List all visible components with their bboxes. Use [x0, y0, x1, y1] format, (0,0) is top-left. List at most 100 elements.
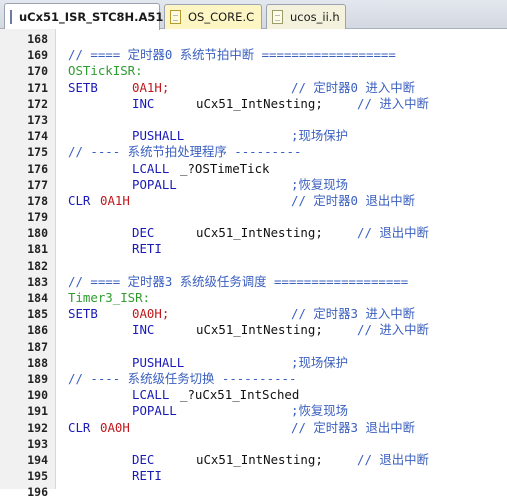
line-number: 175	[27, 145, 48, 160]
code-keyword: CLR	[68, 419, 91, 435]
code-line[interactable]: 187	[0, 339, 507, 355]
code-comment: // 定时器0 进入中断	[291, 79, 416, 95]
code-comment: // 定时器3 进入中断	[291, 306, 416, 322]
line-number: 168	[27, 32, 48, 46]
line-number: 185	[27, 307, 48, 322]
line-number: 195	[27, 469, 48, 484]
code-comment: // 定时器3 退出中断	[291, 419, 416, 435]
tab-label: uCx51_ISR_STC8H.A51	[19, 10, 164, 24]
code-line[interactable]: 168	[0, 31, 507, 47]
code-comment: // 进入中断	[357, 322, 429, 338]
editor-tab-bar: uCx51_ISR_STC8H.A51 OS_CORE.C ucos_ii.h	[0, 0, 507, 30]
code-comment: // ---- 系统级任务切换 ----------	[68, 370, 297, 386]
code-label: OSTickISR:	[68, 63, 143, 79]
line-number: 171	[27, 80, 48, 95]
code-line[interactable]: 193	[0, 436, 507, 452]
code-operand: uCx51_IntNesting;	[196, 322, 323, 338]
code-line[interactable]: 191 POPALL ;恢复现场	[0, 403, 507, 419]
code-line[interactable]: 169 // ==== 定时器0 系统节拍中断 =================…	[0, 47, 507, 63]
code-line[interactable]: 188 PUSHALL ;现场保护	[0, 355, 507, 371]
line-number: 173	[27, 112, 48, 127]
tab-os-core-c[interactable]: OS_CORE.C	[164, 4, 262, 29]
code-line[interactable]: 170 OSTickISR:	[0, 63, 507, 79]
line-number: 179	[27, 210, 48, 225]
line-number: 190	[27, 388, 48, 403]
code-comment: // 退出中断	[357, 451, 429, 467]
code-line[interactable]: 195 RETI	[0, 468, 507, 484]
code-comment: // 退出中断	[357, 225, 429, 241]
code-keyword: PUSHALL	[132, 128, 185, 144]
line-number: 183	[27, 274, 48, 289]
code-line[interactable]: 181 RETI	[0, 241, 507, 257]
code-line[interactable]: 194 DEC uCx51_IntNesting; // 退出中断	[0, 452, 507, 468]
code-keyword: RETI	[132, 241, 162, 257]
code-comment: ;恢复现场	[291, 403, 349, 419]
line-number: 177	[27, 177, 48, 192]
line-number: 191	[27, 404, 48, 419]
code-comment: ;现场保护	[291, 354, 349, 370]
code-label: Timer3_ISR:	[68, 290, 151, 305]
code-comment: ;恢复现场	[291, 176, 349, 192]
code-operand: _?uCx51_IntSched	[180, 387, 300, 403]
line-number: 196	[27, 485, 48, 500]
code-line[interactable]: 175 // ---- 系统节拍处理程序 ---------	[0, 144, 507, 160]
code-operand: uCx51_IntNesting;	[196, 451, 323, 467]
code-keyword: SETB	[68, 306, 98, 322]
code-editor[interactable]: 168 169 // ==== 定时器0 系统节拍中断 ==============…	[0, 31, 507, 500]
line-number: 189	[27, 371, 48, 386]
code-keyword: PUSHALL	[132, 354, 185, 370]
line-number: 188	[27, 355, 48, 370]
tab-ucos-ii-h[interactable]: ucos_ii.h	[266, 4, 346, 29]
tab-uCx51-ISR-STC8H[interactable]: uCx51_ISR_STC8H.A51	[4, 3, 164, 30]
code-line[interactable]: 176 LCALL _?OSTimeTick	[0, 161, 507, 177]
line-number: 192	[27, 420, 48, 435]
code-line[interactable]: 180 DEC uCx51_IntNesting; // 退出中断	[0, 225, 507, 241]
code-comment: // ==== 定时器0 系统节拍中断 ==================	[68, 47, 396, 63]
code-line[interactable]: 177 POPALL ;恢复现场	[0, 177, 507, 193]
code-keyword: LCALL	[132, 160, 170, 176]
code-keyword: SETB	[68, 79, 98, 95]
line-number: 176	[27, 161, 48, 176]
line-number: 169	[27, 48, 48, 63]
code-line[interactable]: 190 LCALL _?uCx51_IntSched	[0, 387, 507, 403]
code-line[interactable]: 179	[0, 209, 507, 225]
code-comment: // ---- 系统节拍处理程序 ---------	[68, 144, 302, 160]
code-comment: // 定时器0 退出中断	[291, 192, 416, 208]
code-line[interactable]: 171 SETB 0A1H; // 定时器0 进入中断	[0, 80, 507, 96]
line-number: 181	[27, 242, 48, 257]
code-keyword: POPALL	[132, 403, 177, 419]
code-line[interactable]: 184 Timer3_ISR:	[0, 290, 507, 306]
code-comment: ;现场保护	[291, 128, 349, 144]
code-operand: _?OSTimeTick	[180, 160, 270, 176]
code-line[interactable]: 196	[0, 484, 507, 500]
code-keyword: CLR	[68, 192, 91, 208]
line-number: 187	[27, 339, 48, 354]
code-line[interactable]: 174 PUSHALL ;现场保护	[0, 128, 507, 144]
code-line[interactable]: 189 // ---- 系统级任务切换 ----------	[0, 371, 507, 387]
line-number: 184	[27, 291, 48, 305]
code-keyword: INC	[132, 95, 155, 111]
code-keyword: RETI	[132, 468, 162, 484]
code-line[interactable]: 173	[0, 112, 507, 128]
line-number: 182	[27, 258, 48, 273]
code-keyword: POPALL	[132, 176, 177, 192]
code-line[interactable]: 185 SETB 0A0H; // 定时器3 进入中断	[0, 306, 507, 322]
code-comment: // ==== 定时器3 系统级任务调度 ==================	[68, 273, 409, 289]
code-line[interactable]: 178 CLR 0A1H // 定时器0 退出中断	[0, 193, 507, 209]
code-operand: uCx51_IntNesting;	[196, 95, 323, 111]
header-file-icon	[272, 10, 283, 24]
code-operand: 0A1H	[100, 192, 130, 208]
code-line[interactable]: 183 // ==== 定时器3 系统级任务调度 ================…	[0, 274, 507, 290]
line-number: 174	[27, 129, 48, 144]
code-keyword: DEC	[132, 451, 155, 467]
code-line[interactable]: 172 INC uCx51_IntNesting; // 进入中断	[0, 96, 507, 112]
code-line[interactable]: 186 INC uCx51_IntNesting; // 进入中断	[0, 322, 507, 338]
code-line[interactable]: 192 CLR 0A0H // 定时器3 退出中断	[0, 420, 507, 436]
code-operand: 0A0H	[100, 419, 130, 435]
line-number: 180	[27, 226, 48, 241]
line-number: 194	[27, 452, 48, 467]
tab-label: OS_CORE.C	[188, 10, 255, 24]
code-line[interactable]: 182	[0, 258, 507, 274]
code-keyword: DEC	[132, 225, 155, 241]
code-comment: // 进入中断	[357, 95, 429, 111]
